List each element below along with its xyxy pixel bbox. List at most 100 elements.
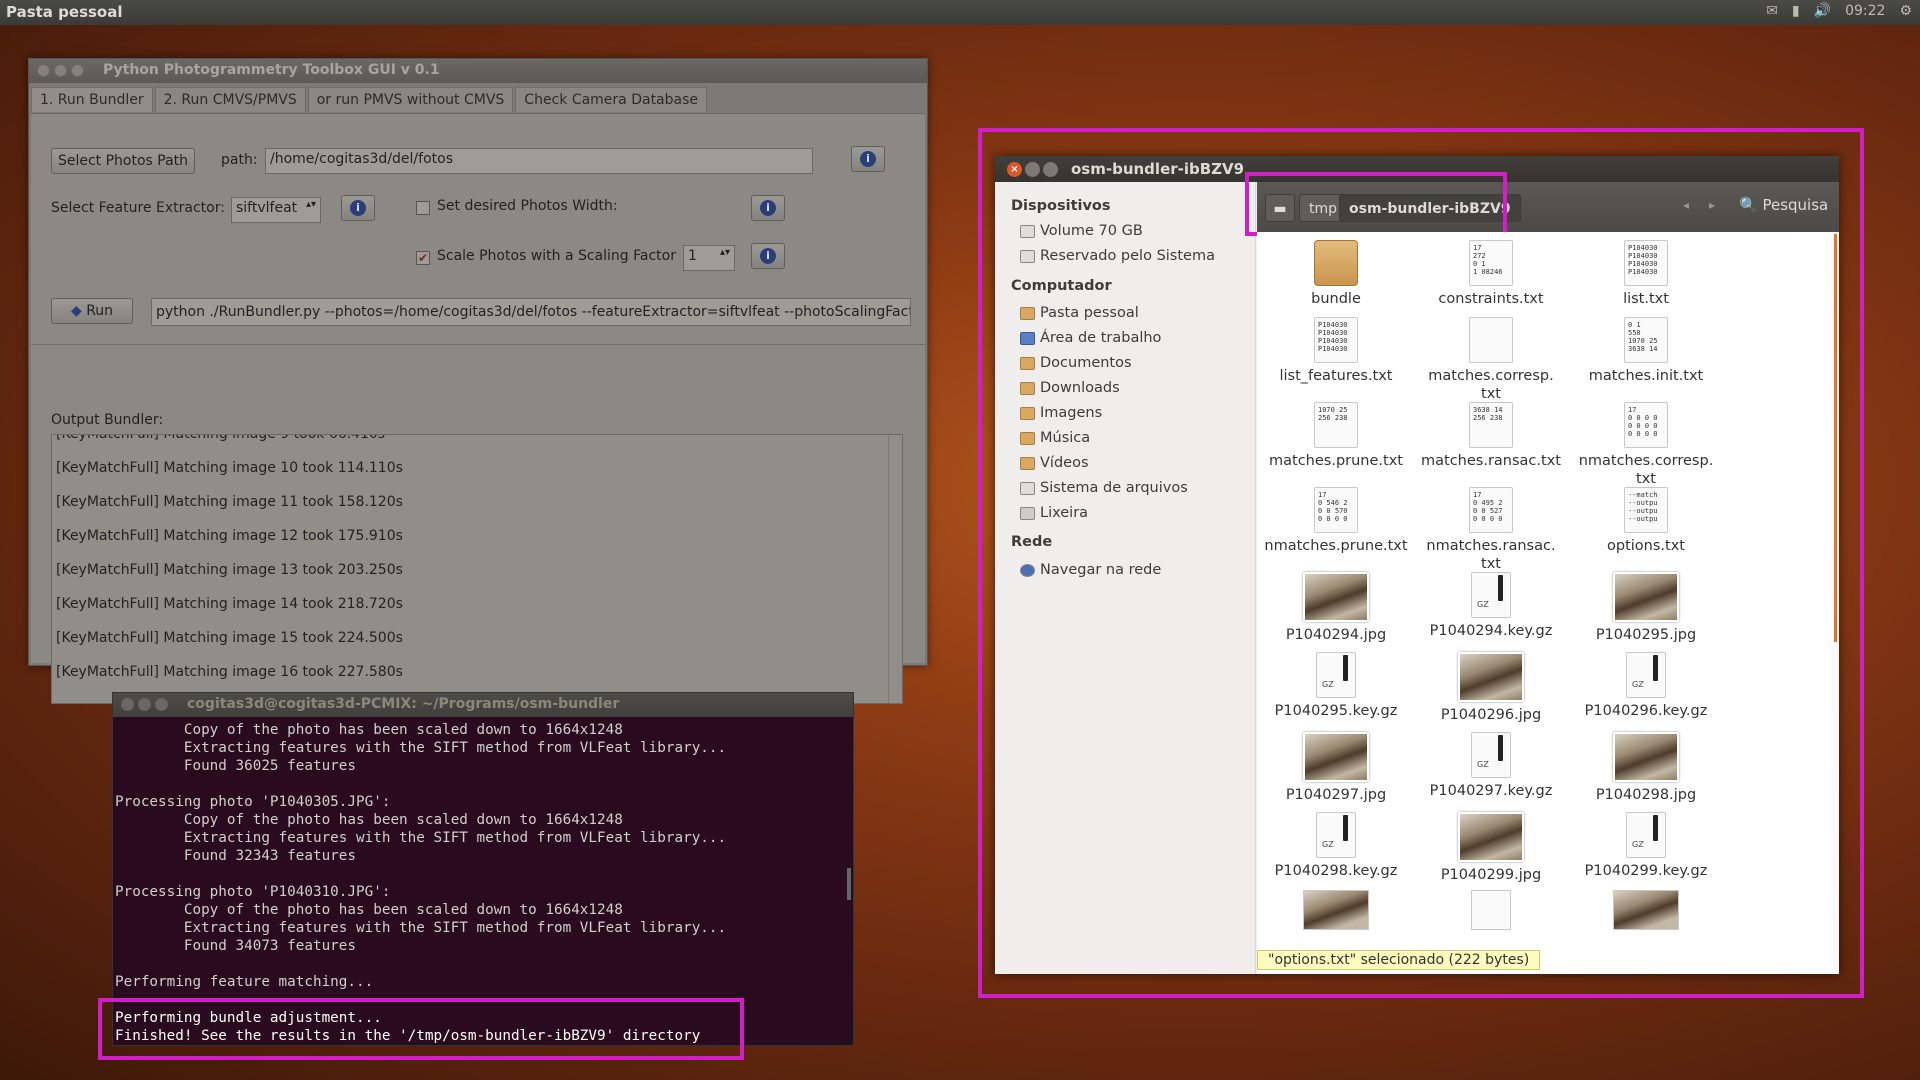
tab-run-cmvs-pmvs[interactable]: 2. Run CMVS/PMVS [154, 87, 306, 112]
minimize-icon[interactable] [54, 64, 67, 77]
minimize-icon[interactable] [1025, 162, 1040, 177]
gz-label: GZ [1477, 600, 1489, 609]
terminal-output[interactable]: Copy of the photo has been scaled down t… [115, 721, 726, 1045]
archive-icon: GZ [1471, 572, 1511, 618]
feature-extractor-select[interactable]: siftvlfeat ▴▾ [231, 197, 321, 223]
run-button[interactable]: ◆ Run [51, 298, 133, 324]
file-item[interactable]: 17 272 0 1 1 08246 constraints.txt [1416, 240, 1566, 308]
file-item[interactable]: P1040296.jpg [1416, 652, 1566, 724]
close-icon[interactable] [121, 698, 134, 711]
file-item[interactable]: matches.corresp. txt [1416, 317, 1566, 403]
file-item[interactable]: GZ P1040296.key.gz [1571, 652, 1721, 720]
scale-info-button[interactable]: i [751, 243, 785, 269]
file-item[interactable]: GZ P1040297.key.gz [1416, 732, 1566, 800]
file-item[interactable]: P1040295.jpg [1571, 572, 1721, 644]
tab-run-bundler[interactable]: 1. Run Bundler [31, 87, 153, 112]
select-photos-button[interactable]: Select Photos Path [51, 148, 195, 174]
command-field[interactable]: python ./RunBundler.py --photos=/home/co… [151, 298, 911, 326]
image-thumbnail[interactable] [1303, 890, 1369, 930]
file-item[interactable]: P104030 P104030 P104030 P104030 list.txt [1571, 240, 1721, 308]
terminal-scrollbar[interactable] [847, 868, 851, 900]
gz-label: GZ [1632, 680, 1644, 689]
sidebar-item-trash[interactable]: Lixeira [1020, 505, 1088, 521]
forward-arrow-icon[interactable]: ▸ [1709, 198, 1715, 212]
volume-icon[interactable]: 🔊 [1814, 3, 1831, 19]
folder-icon [1020, 406, 1035, 420]
file-name: options.txt [1607, 538, 1685, 554]
sidebar-item-reserved[interactable]: Reservado pelo Sistema [1020, 248, 1215, 264]
file-grid[interactable]: bundle 17 272 0 1 1 08246 constraints.txt P… [1257, 232, 1831, 974]
image-thumbnail[interactable] [1613, 890, 1679, 930]
photo-width-checkbox[interactable] [416, 201, 430, 215]
path-info-button[interactable]: i [851, 146, 885, 172]
minimize-icon[interactable] [138, 698, 151, 711]
file-item[interactable]: 17 0 495 2 0 0 527 0 0 0 0 nmatches.ransa… [1416, 487, 1566, 573]
file-item[interactable]: GZ P1040298.key.gz [1261, 812, 1411, 880]
close-icon[interactable]: × [1007, 162, 1022, 177]
maximize-icon[interactable] [1043, 162, 1058, 177]
sidebar-item-network[interactable]: Navegar na rede [1020, 562, 1161, 578]
search-button[interactable]: 🔍 Pesquisa [1739, 196, 1828, 214]
file-item[interactable]: 0 1 550 1070 25 3638 14 matches.init.txt [1571, 317, 1721, 385]
path-input[interactable]: /home/cogitas3d/del/fotos [265, 148, 813, 174]
scale-factor-checkbox[interactable]: ✔ [416, 251, 430, 265]
feature-info-button[interactable]: i [341, 195, 375, 221]
maximize-icon[interactable] [71, 64, 84, 77]
sidebar-item-volume[interactable]: Volume 70 GB [1020, 223, 1143, 239]
file-item[interactable]: 17 0 546 2 0 0 570 0 0 0 0 nmatches.prune… [1261, 487, 1411, 555]
gear-icon[interactable]: ⚙ [1899, 3, 1912, 19]
file-item[interactable]: 3638 14 256 238 matches.ransac.txt [1416, 402, 1566, 470]
spinner-icon: ▴▾ [305, 199, 316, 210]
tab-run-pmvs[interactable]: or run PMVS without CMVS [307, 87, 514, 112]
network-icon[interactable]: ▮ [1792, 3, 1800, 19]
archive-icon[interactable] [1471, 890, 1511, 930]
sidebar-item-documents[interactable]: Documentos [1020, 355, 1132, 371]
image-thumbnail [1303, 572, 1369, 622]
file-name: P1040297.key.gz [1429, 783, 1553, 799]
photo-width-info-button[interactable]: i [751, 195, 785, 221]
file-item[interactable]: P1040298.jpg [1571, 732, 1721, 804]
file-item[interactable]: 17 0 0 0 0 0 0 0 0 0 0 0 0 nmatches.corre… [1571, 402, 1721, 488]
output-bundler-log[interactable]: [KeyMatchFull] Matching image 9 took 66.… [51, 434, 903, 704]
sidebar-item-images[interactable]: Imagens [1020, 405, 1102, 421]
sidebar-item-label: Sistema de arquivos [1040, 480, 1188, 496]
fm-scrollbar[interactable] [1831, 232, 1839, 974]
output-scrollbar[interactable] [888, 435, 900, 703]
file-item[interactable]: --match --outpu --outpu --outpu options.t… [1571, 487, 1721, 555]
sidebar-item-desktop[interactable]: Área de trabalho [1020, 330, 1161, 346]
log-line: [KeyMatchFull] Matching image 10 took 11… [56, 460, 403, 476]
terminal-line: Processing photo 'P1040310.JPG': [115, 884, 391, 900]
mail-icon[interactable]: ✉ [1766, 3, 1778, 19]
close-icon[interactable] [37, 64, 50, 77]
tab-check-camera-database[interactable]: Check Camera Database [515, 87, 708, 112]
info-icon: i [760, 200, 776, 216]
file-item[interactable]: GZ P1040299.key.gz [1571, 812, 1721, 880]
sidebar-item-label: Reservado pelo Sistema [1040, 248, 1215, 264]
text-file-icon: P104030 P104030 P104030 P104030 [1624, 240, 1668, 286]
sidebar-item-downloads[interactable]: Downloads [1020, 380, 1120, 396]
gui-title: Python Photogrammetry Toolbox GUI v 0.1 [103, 62, 440, 78]
scrollbar-thumb[interactable] [1833, 234, 1837, 642]
clock[interactable]: 09:22 [1845, 3, 1885, 19]
file-item[interactable]: GZ P1040294.key.gz [1416, 572, 1566, 640]
file-item[interactable]: P1040299.jpg [1416, 812, 1566, 884]
sidebar-item-videos[interactable]: Vídeos [1020, 455, 1089, 471]
file-item[interactable]: P104030 P104030 P104030 P104030 list_feat… [1261, 317, 1411, 385]
sidebar-item-home[interactable]: Pasta pessoal [1020, 305, 1139, 321]
gz-label: GZ [1322, 680, 1334, 689]
file-item[interactable]: bundle [1261, 240, 1411, 308]
file-item[interactable]: GZ P1040295.key.gz [1261, 652, 1411, 720]
maximize-icon[interactable] [155, 698, 168, 711]
sidebar-item-filesystem[interactable]: Sistema de arquivos [1020, 480, 1188, 496]
file-name: matches.prune.txt [1269, 453, 1403, 469]
text-file-icon: 17 272 0 1 1 08246 [1469, 240, 1513, 286]
file-item[interactable]: P1040297.jpg [1261, 732, 1411, 804]
folder-icon [1020, 381, 1035, 395]
scale-factor-spinner[interactable]: 1 ▴▾ [683, 245, 735, 271]
terminal-line: Extracting features with the SIFT method… [115, 830, 727, 846]
file-item[interactable]: P1040294.jpg [1261, 572, 1411, 644]
search-icon: 🔍 [1739, 196, 1758, 214]
back-arrow-icon[interactable]: ◂ [1683, 198, 1689, 212]
sidebar-item-music[interactable]: Música [1020, 430, 1090, 446]
file-item[interactable]: 1070 25 256 238 matches.prune.txt [1261, 402, 1411, 470]
